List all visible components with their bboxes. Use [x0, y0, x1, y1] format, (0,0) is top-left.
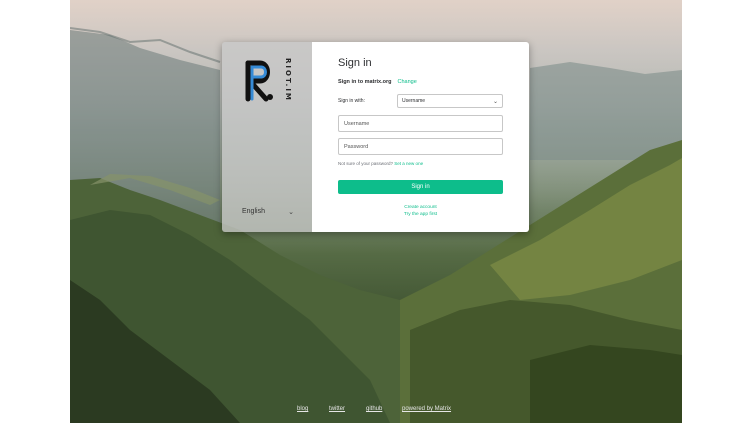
sign-in-method-select[interactable]: Username ⌄ — [397, 94, 503, 108]
chevron-down-icon: ⌄ — [492, 98, 498, 105]
brand-wordmark: RIOT.IM — [284, 58, 292, 102]
page-title: Sign in — [338, 57, 372, 69]
sign-in-method-row: Sign in with: Username ⌄ — [338, 94, 503, 108]
set-new-password-link[interactable]: Set a new one — [394, 161, 423, 166]
password-input[interactable] — [338, 138, 503, 155]
footer-link-twitter[interactable]: twitter — [329, 406, 345, 412]
language-selector[interactable]: English ⌄ — [242, 208, 294, 216]
change-server-link[interactable]: Change — [397, 79, 416, 85]
sign-in-button[interactable]: Sign in — [338, 180, 503, 194]
forgot-password-text: Not sure of your password? Set a new one — [338, 161, 503, 166]
chevron-down-icon: ⌄ — [288, 209, 294, 216]
brand-panel: RIOT.IM English ⌄ — [222, 42, 312, 232]
sign-in-method-value: Username — [402, 98, 426, 104]
forgot-password-label: Not sure of your password? — [338, 161, 394, 166]
sign-in-with-label: Sign in with: — [338, 98, 365, 104]
alternate-actions: Create account Try the app first — [338, 205, 503, 218]
language-value: English — [242, 208, 265, 215]
footer-link-matrix[interactable]: powered by Matrix — [402, 406, 451, 412]
footer-link-github[interactable]: github — [366, 406, 382, 412]
footer-link-blog[interactable]: blog — [297, 406, 308, 412]
server-info: Sign in to matrix.org Change — [338, 79, 503, 85]
riot-r-logo-icon — [245, 60, 273, 102]
try-app-link[interactable]: Try the app first — [338, 212, 503, 219]
username-input[interactable] — [338, 115, 503, 132]
login-dialog: RIOT.IM English ⌄ Sign in Sign in to mat… — [222, 42, 529, 232]
server-label: Sign in to matrix.org — [338, 79, 392, 85]
login-form: Sign in Sign in to matrix.org Change Sig… — [312, 42, 529, 232]
